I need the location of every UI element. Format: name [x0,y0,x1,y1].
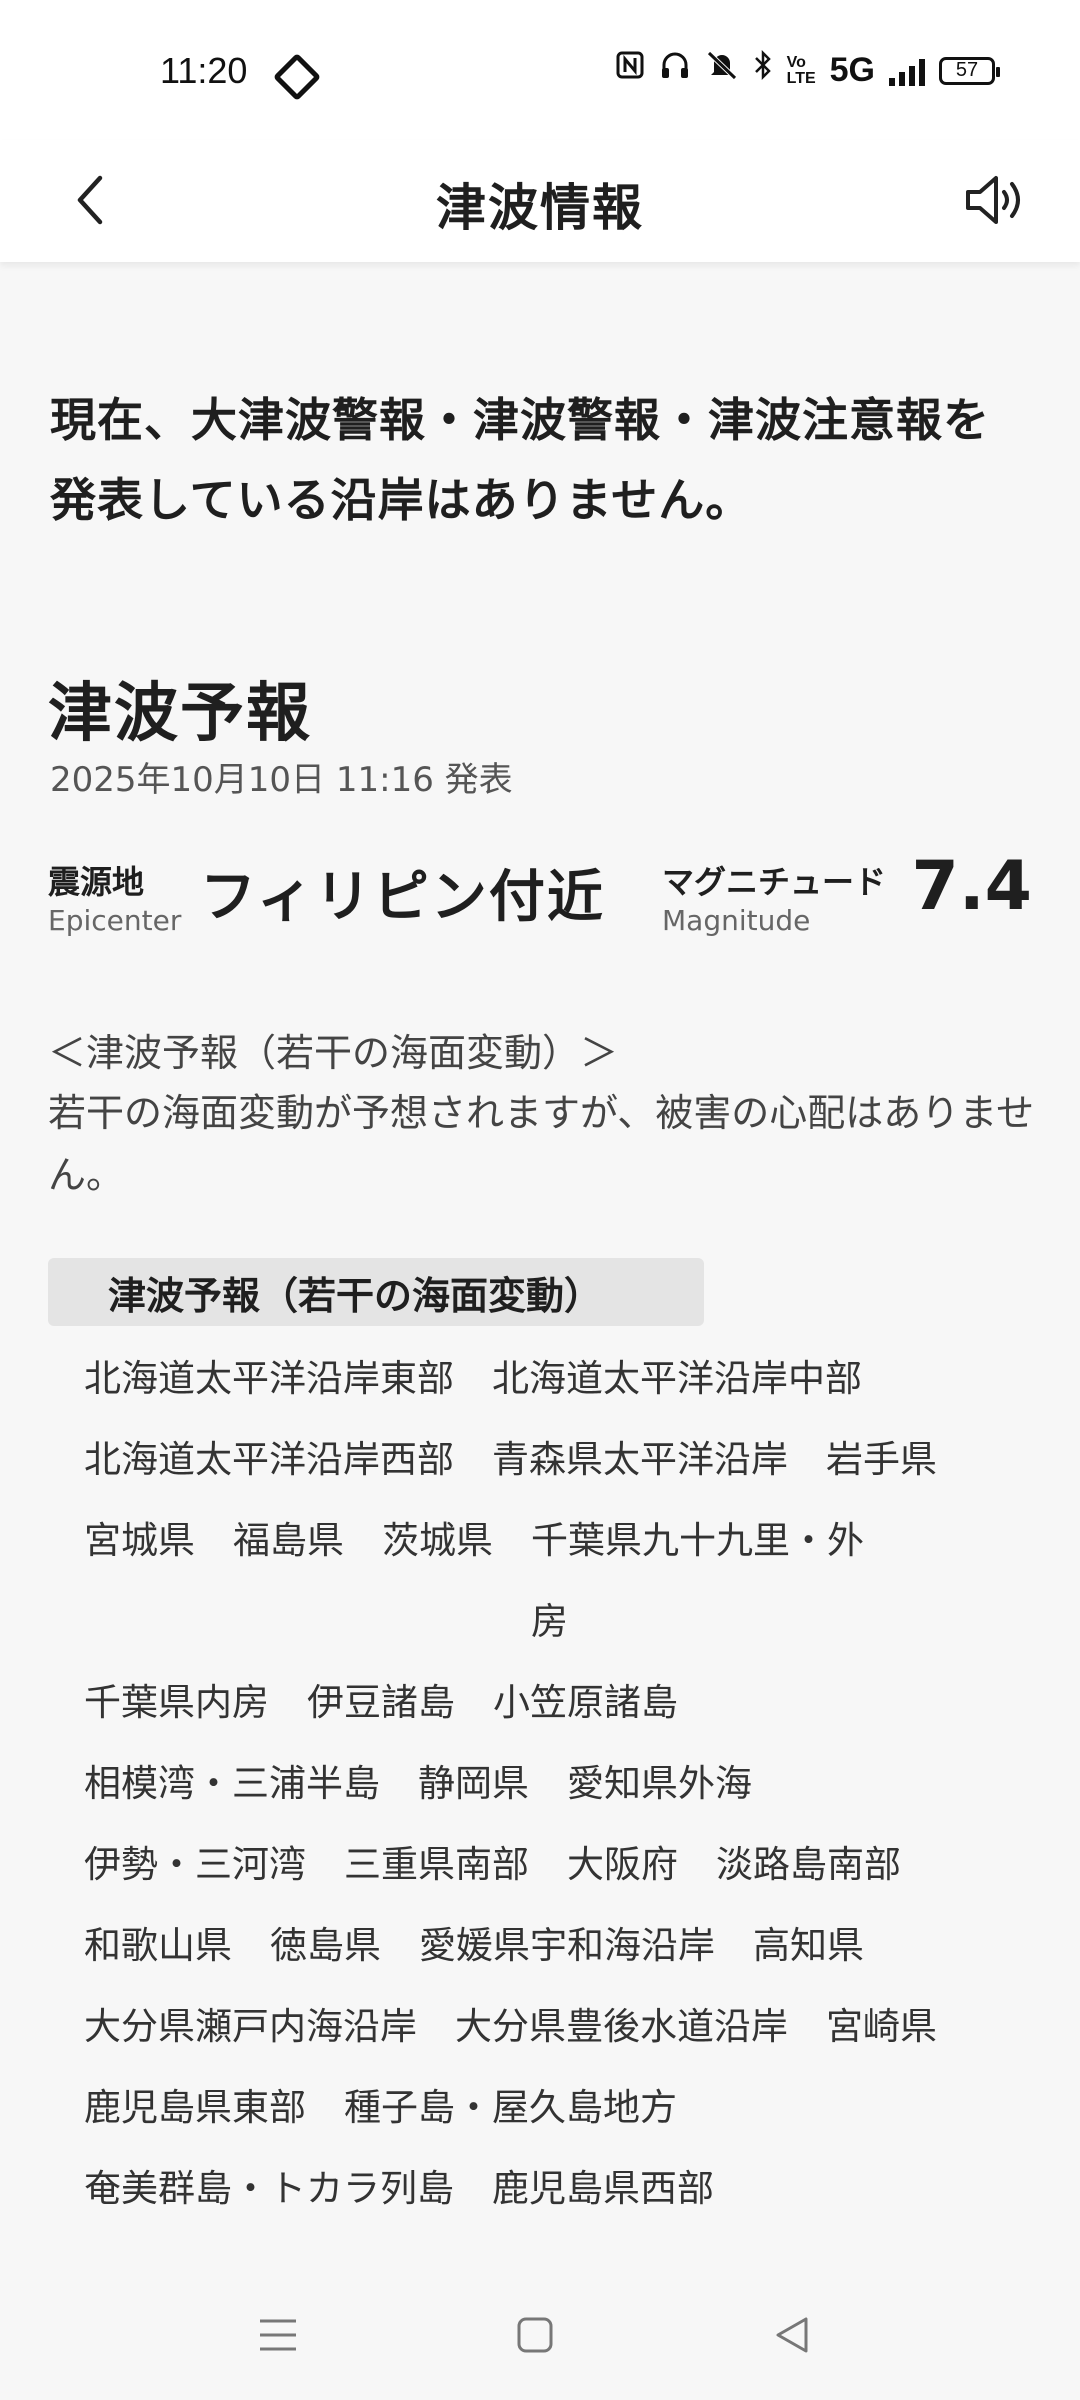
battery-level: 57 [955,59,979,81]
no-warning-notice: 現在、大津波警報・津波警報・津波注意報を発表している沿岸はありません。 [50,393,990,527]
region-item: 福島県 [233,1519,344,1562]
forecast-title: 津波予報 [48,677,312,751]
region-item-line1: 千葉県九十九里・外 [531,1519,864,1562]
category-heading: ＜津波予報（若干の海面変動）＞ [48,1031,619,1075]
region-item: 北海道太平洋沿岸西部 [84,1438,454,1481]
issued-timestamp: 2025年10月10日 11:16 発表 [50,760,513,800]
epicenter-label-jp: 震源地 [48,863,145,901]
nav-back-button[interactable] [752,2300,832,2370]
screen: 11:20 Vo LTE 5G 57 津波情報 現在、大津波警報・津波警報・津波… [0,0,1080,2400]
menu-icon [260,2319,296,2351]
region-item-line2: 房 [531,1600,568,1643]
region-row: 千葉県内房 伊豆諸島 小笠原諸島 [84,1674,1044,1755]
region-item: 愛知県外海 [567,1762,752,1805]
navigation-bar [0,2270,1080,2400]
nav-back-icon [776,2317,808,2353]
epicenter-value: フィリピン付近 [200,865,605,930]
region-row: 和歌山県 徳島県 愛媛県宇和海沿岸 高知県 [84,1917,1044,1998]
region-row: 宮城県 福島県 茨城県 千葉県九十九里・外 房 [84,1512,1044,1674]
region-item: 千葉県内房 [84,1681,269,1724]
home-icon [517,2317,553,2353]
magnitude-value: 7.4 [911,847,1032,926]
region-item: 淡路島南部 [716,1843,901,1886]
speaker-button[interactable] [950,160,1040,240]
battery-icon: 57 [939,56,1000,85]
status-icons: Vo LTE 5G 57 [615,49,1000,91]
region-item: 鹿児島県西部 [492,2167,714,2210]
region-item: 愛媛県宇和海沿岸 [419,1924,715,1967]
region-item: 伊勢・三河湾 [84,1843,306,1886]
headphones-icon [659,50,691,91]
region-item: 大分県瀬戸内海沿岸 [84,2005,417,2048]
epicenter-label-en: Epicenter [48,904,182,937]
region-item: 大阪府 [567,1843,678,1886]
nfc-icon [615,50,645,91]
region-item: 徳島県 [270,1924,381,1967]
region-item: 大分県豊後水道沿岸 [455,2005,788,2048]
region-row: 鹿児島県東部 種子島・屋久島地方 [84,2079,1044,2160]
region-row: 奄美群島・トカラ列島 鹿児島県西部 [84,2160,1044,2241]
region-row: 伊勢・三河湾 三重県南部 大阪府 淡路島南部 [84,1836,1044,1917]
recent-apps-button[interactable] [238,2300,318,2370]
status-time: 11:20 [160,50,248,91]
region-item: 高知県 [753,1924,864,1967]
region-item: 伊豆諸島 [307,1681,455,1724]
region-item: 宮城県 [84,1519,195,1562]
status-bar: 11:20 Vo LTE 5G 57 [0,0,1080,140]
region-item: 宮崎県 [826,2005,937,2048]
app-notification-icon [272,52,322,102]
region-item: 小笠原諸島 [493,1681,678,1724]
region-item: 相模湾・三浦半島 [84,1762,380,1805]
network-type: 5G [829,51,875,89]
region-item: 三重県南部 [344,1843,529,1886]
region-item-wrapped: 千葉県九十九里・外 房 [531,1512,864,1651]
category-description: 若干の海面変動が予想されますが、被害の心配はありません。 [48,1091,1035,1197]
magnitude-label-jp: マグニチュード [662,863,887,901]
region-item: 静岡県 [418,1762,529,1805]
bluetooth-icon [753,49,773,91]
signal-icon [889,56,925,86]
region-item: 奄美群島・トカラ列島 [84,2167,454,2210]
app-bar: 津波情報 [0,140,1080,262]
region-row: 大分県瀬戸内海沿岸 大分県豊後水道沿岸 宮崎県 [84,1998,1044,2079]
region-item: 茨城県 [382,1519,493,1562]
volte-indicator: Vo LTE [786,53,816,87]
region-item: 北海道太平洋沿岸中部 [492,1357,862,1400]
mute-bell-icon [705,50,739,91]
magnitude-label-en: Magnitude [662,904,811,937]
region-item: 和歌山県 [84,1924,232,1967]
region-item: 岩手県 [826,1438,937,1481]
region-row: 相模湾・三浦半島 静岡県 愛知県外海 [84,1755,1044,1836]
region-list-header: 津波予報（若干の海面変動） [48,1258,704,1326]
region-item: 鹿児島県東部 [84,2086,306,2129]
region-list: 北海道太平洋沿岸東部 北海道太平洋沿岸中部 北海道太平洋沿岸西部 青森県太平洋沿… [84,1350,1044,2241]
region-item: 青森県太平洋沿岸 [492,1438,788,1481]
region-row: 北海道太平洋沿岸西部 青森県太平洋沿岸 岩手県 [84,1431,1044,1512]
region-item: 北海道太平洋沿岸東部 [84,1357,454,1400]
home-button[interactable] [495,2300,575,2370]
speaker-icon [966,176,1020,224]
page-title: 津波情報 [436,179,644,237]
region-row: 北海道太平洋沿岸東部 北海道太平洋沿岸中部 [84,1350,1044,1431]
region-item: 種子島・屋久島地方 [344,2086,677,2129]
